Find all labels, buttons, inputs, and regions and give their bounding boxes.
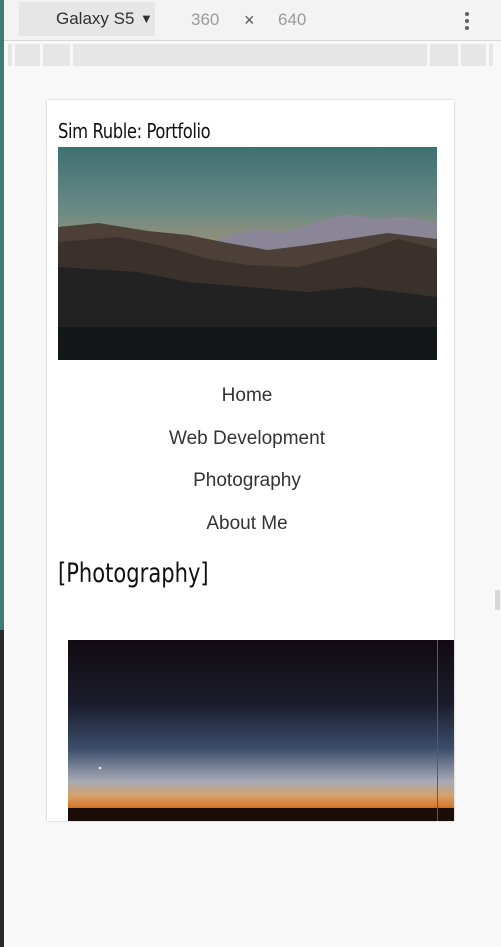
- media-query-ruler[interactable]: [8, 44, 493, 66]
- more-vert-icon[interactable]: [459, 10, 475, 32]
- ruler-divider: [40, 44, 43, 66]
- ruler-divider: [70, 44, 73, 66]
- ruler-divider: [427, 44, 430, 66]
- device-toolbar: Galaxy S5 ▼ 360 × 640: [4, 0, 501, 41]
- times-icon: ×: [244, 10, 255, 30]
- resize-handle[interactable]: [495, 590, 500, 610]
- nav-item-web-development[interactable]: Web Development: [47, 423, 447, 466]
- nav-item-home[interactable]: Home: [47, 380, 447, 423]
- ruler-divider: [486, 44, 489, 66]
- left-edge-strip: [0, 0, 4, 947]
- height-field[interactable]: 640: [278, 0, 324, 40]
- nav-item-photography[interactable]: Photography: [47, 465, 447, 508]
- device-select-label: Galaxy S5: [56, 9, 135, 28]
- caret-down-icon: ▼: [140, 11, 153, 26]
- ruler-divider: [458, 44, 461, 66]
- hero-image: [58, 147, 437, 360]
- device-select[interactable]: Galaxy S5 ▼: [19, 2, 155, 36]
- photo-image[interactable]: [68, 640, 454, 821]
- main-nav: Home Web Development Photography About M…: [47, 380, 447, 550]
- nav-item-about-me[interactable]: About Me: [47, 508, 447, 551]
- width-field[interactable]: 360: [191, 0, 237, 40]
- ruler-divider: [12, 44, 15, 66]
- left-edge-dark: [0, 630, 4, 947]
- section-title: [Photography]: [58, 558, 209, 589]
- site-title: Sim Ruble: Portfolio: [58, 119, 211, 143]
- device-viewport: Sim Ruble: Portfolio Home Web Developmen…: [47, 100, 454, 821]
